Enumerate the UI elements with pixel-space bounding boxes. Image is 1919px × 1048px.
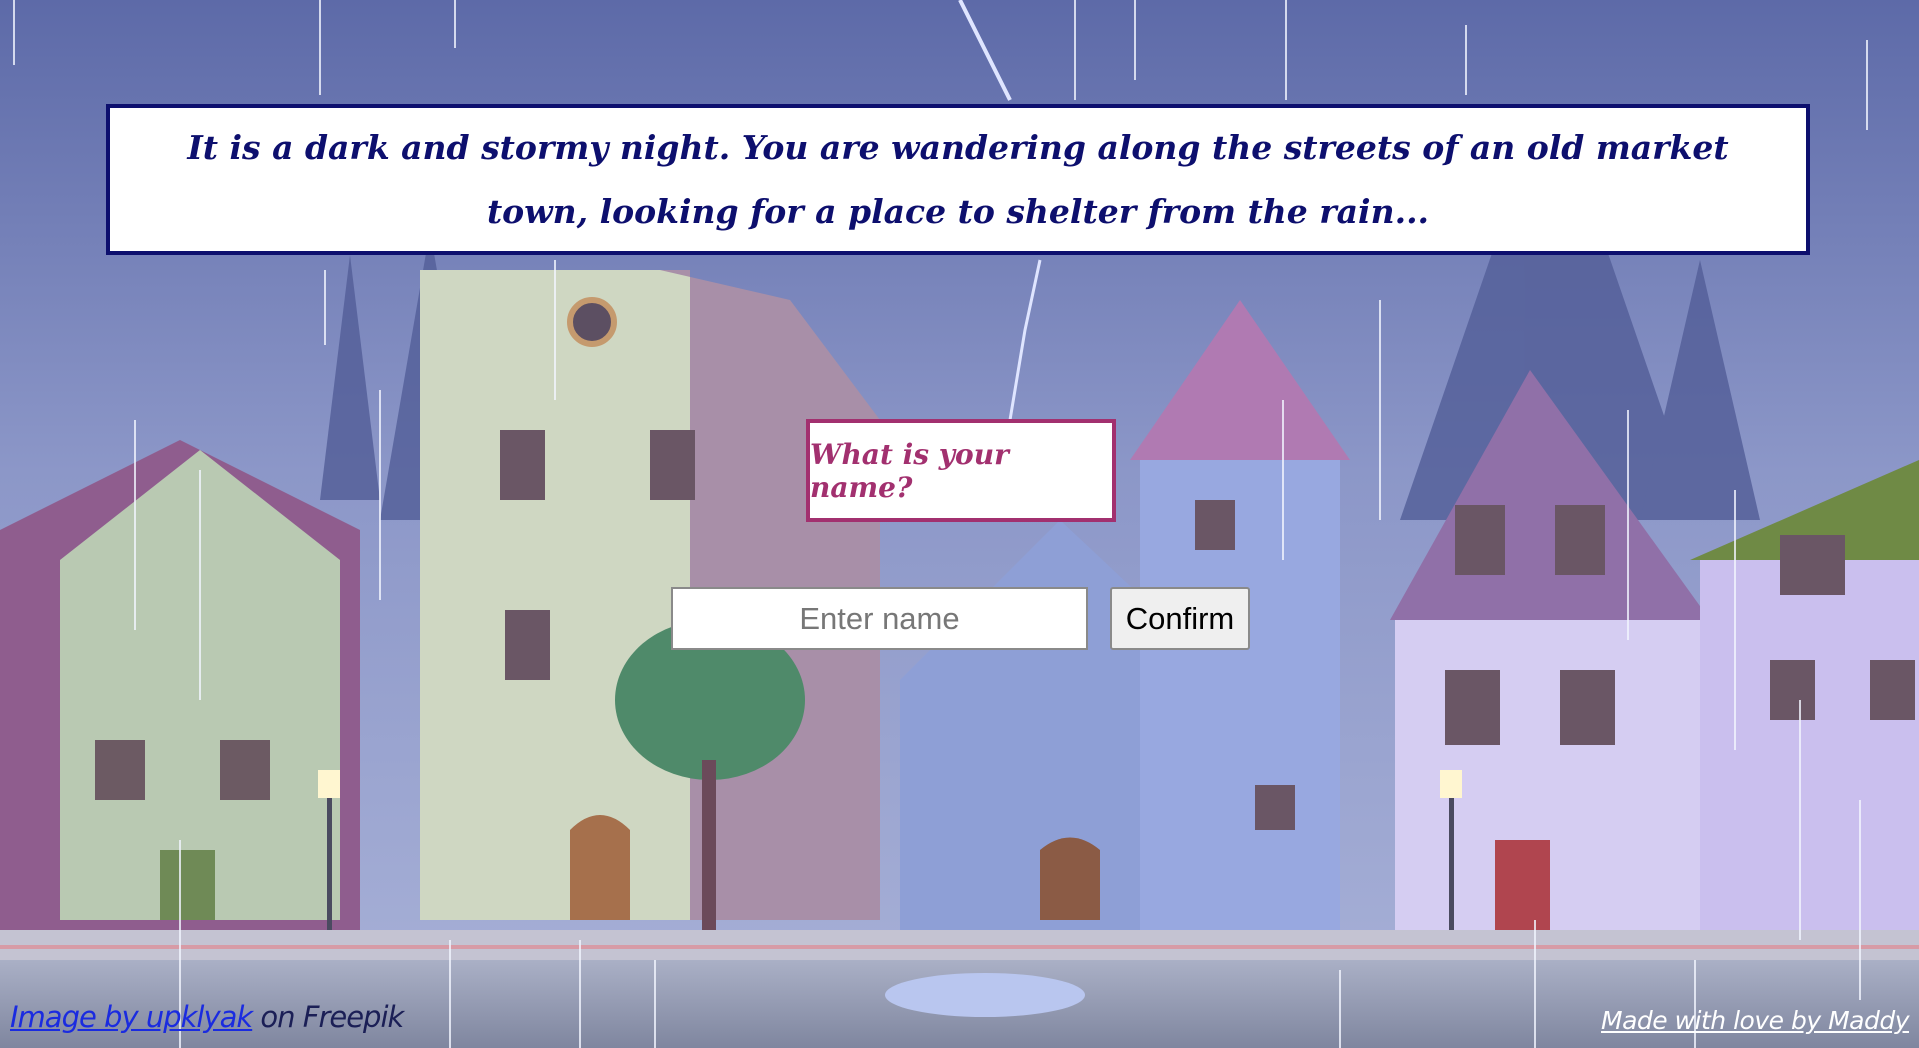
- name-question: What is your name?: [810, 437, 1009, 504]
- image-credit: Image by upklyak on Freepik: [10, 1000, 404, 1034]
- story-panel: It is a dark and stormy night. You are w…: [106, 104, 1810, 255]
- name-input[interactable]: [671, 587, 1088, 650]
- author-signature: Made with love by Maddy: [1601, 1006, 1909, 1035]
- story-text: It is a dark and stormy night. You are w…: [187, 127, 1729, 231]
- image-credit-link[interactable]: Image by upklyak: [10, 1000, 253, 1034]
- name-question-panel: What is your name?: [806, 419, 1116, 522]
- confirm-button[interactable]: Confirm: [1110, 587, 1250, 650]
- image-credit-suffix: on Freepik: [252, 1000, 404, 1034]
